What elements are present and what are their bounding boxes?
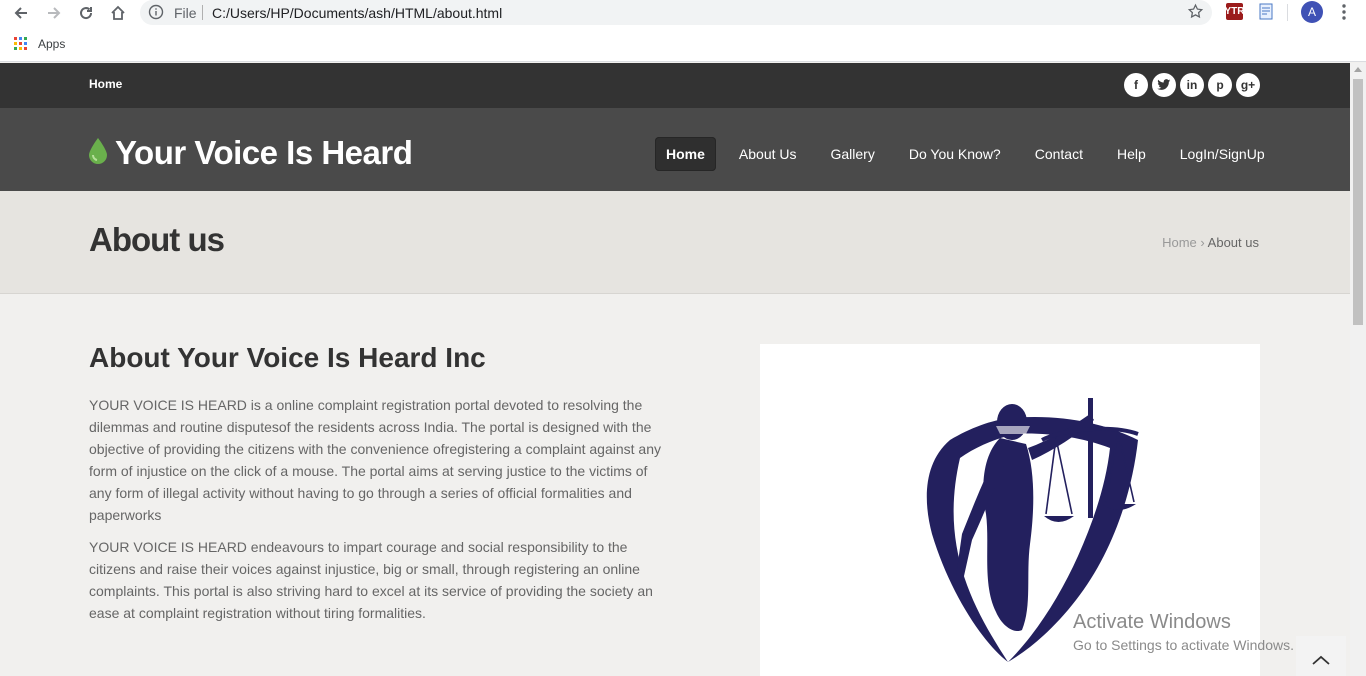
breadcrumb: Home › About us (1162, 235, 1259, 250)
site-logo[interactable]: Your Voice Is Heard (115, 134, 413, 172)
twitter-icon[interactable] (1152, 73, 1176, 97)
breadcrumb-home-link[interactable]: Home (1162, 235, 1197, 250)
back-to-top-button[interactable] (1296, 636, 1346, 676)
apps-grid-icon[interactable] (14, 37, 28, 56)
activate-windows-watermark: Activate Windows Go to Settings to activ… (1073, 610, 1294, 656)
about-paragraph: YOUR VOICE IS HEARD is a online complain… (89, 397, 661, 523)
about-paragraph: YOUR VOICE IS HEARD endeavours to impart… (89, 539, 653, 621)
breadcrumb-separator: › (1200, 235, 1205, 250)
profile-avatar[interactable]: A (1301, 1, 1323, 23)
chrome-menu-icon[interactable] (1336, 3, 1352, 26)
ytr-extension-icon[interactable]: YTR (1225, 3, 1245, 20)
home-icon[interactable] (107, 2, 129, 24)
address-bar[interactable]: File C:/Users/HP/Documents/ash/HTML/abou… (140, 0, 1212, 25)
forward-arrow-icon[interactable] (43, 2, 65, 24)
social-links: f in p g+ (1124, 73, 1260, 97)
scrollbar-thumb[interactable] (1353, 79, 1363, 325)
reload-icon[interactable] (75, 2, 97, 24)
nav-home[interactable]: Home (655, 137, 716, 171)
apps-bookmark[interactable]: Apps (38, 37, 65, 51)
site-header: Your Voice Is Heard Home About Us Galler… (0, 108, 1350, 191)
bookmarks-bar: Apps (0, 26, 1366, 62)
water-drop-icon (89, 138, 107, 169)
chevron-up-icon (1312, 655, 1330, 665)
url-text[interactable]: C:/Users/HP/Documents/ash/HTML/about.htm… (212, 5, 502, 21)
top-bar: Home f in p g+ (0, 63, 1350, 108)
nav-login-signup[interactable]: LogIn/SignUp (1169, 137, 1276, 171)
page-scrollbar[interactable] (1350, 63, 1366, 676)
browser-toolbar: File C:/Users/HP/Documents/ash/HTML/abou… (0, 0, 1366, 26)
main-nav: Home About Us Gallery Do You Know? Conta… (655, 137, 1288, 171)
pinterest-icon[interactable]: p (1208, 73, 1232, 97)
activate-windows-title: Activate Windows (1073, 611, 1231, 633)
google-plus-icon[interactable]: g+ (1236, 73, 1260, 97)
nav-contact[interactable]: Contact (1024, 137, 1094, 171)
toolbar-divider (1287, 4, 1288, 21)
activate-windows-subtitle: Go to Settings to activate Windows. (1073, 637, 1294, 653)
nav-help[interactable]: Help (1106, 137, 1157, 171)
breadcrumb-current: About us (1207, 235, 1259, 250)
nav-about-us[interactable]: About Us (728, 137, 808, 171)
facebook-icon[interactable]: f (1124, 73, 1148, 97)
file-scheme-label: File (174, 5, 197, 21)
linkedin-icon[interactable]: in (1180, 73, 1204, 97)
notes-extension-icon[interactable] (1258, 3, 1276, 26)
back-arrow-icon[interactable] (10, 2, 32, 24)
address-divider (202, 5, 203, 20)
nav-gallery[interactable]: Gallery (820, 137, 886, 171)
page-title-bar: About us Home › About us (0, 191, 1350, 294)
page-title: About us (89, 221, 225, 258)
info-icon[interactable] (148, 4, 164, 25)
nav-do-you-know[interactable]: Do You Know? (898, 137, 1012, 171)
scroll-up-arrow-icon[interactable] (1354, 67, 1362, 72)
topbar-home-link[interactable]: Home (89, 77, 122, 91)
bookmark-star-icon[interactable] (1187, 3, 1204, 25)
web-page: Home f in p g+ Your Voice Is Heard Home … (0, 63, 1350, 676)
about-heading: About Your Voice Is Heard Inc (89, 342, 486, 373)
